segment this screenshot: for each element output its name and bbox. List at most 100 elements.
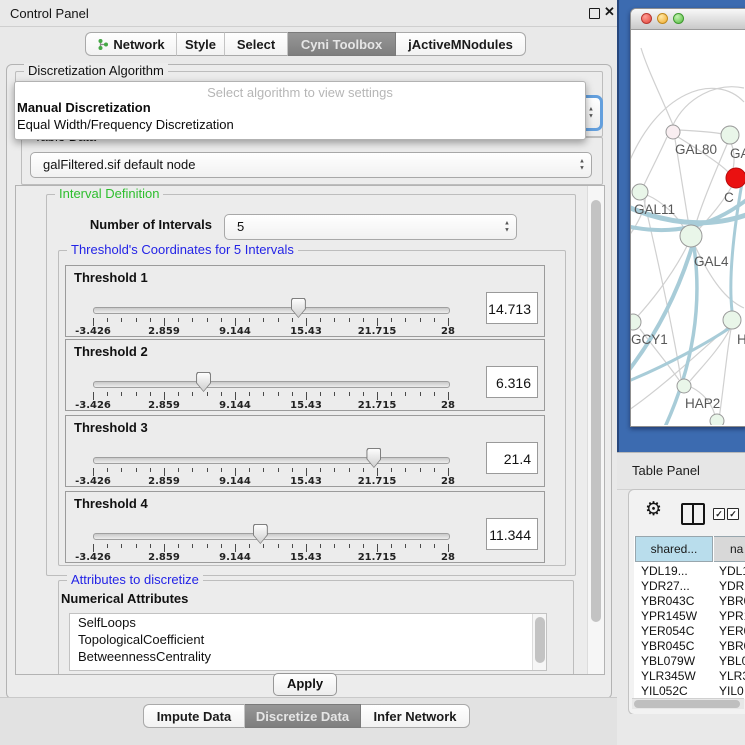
checkbox-icon[interactable]: ✓ [713, 508, 725, 520]
dropdown-hint: Select algorithm to view settings [15, 85, 585, 100]
threshold-label: Threshold 2 [74, 344, 148, 359]
network-node[interactable] [723, 311, 741, 329]
table-data-combobox[interactable]: galFiltered.sif default node ▲▼ [30, 152, 592, 178]
gear-icon[interactable]: ⚙ [645, 498, 662, 520]
table-panel-card: ⚙ ✓ ✓ shared... na YDL19...YDL1YDR27...Y… [628, 489, 745, 715]
top-tab-bar: NetworkStyleSelectCyni ToolboxjActiveMNo… [85, 32, 526, 56]
threshold-value-field[interactable]: 6.316 [486, 366, 538, 398]
spinner-arrows-icon: ▲▼ [504, 221, 510, 234]
tick-label: 21.715 [347, 476, 407, 487]
bottom-tab-bar: Impute DataDiscretize DataInfer Network [143, 704, 470, 728]
cell-shared-name: YBR045C [641, 639, 694, 654]
tick-label: 21.715 [347, 552, 407, 563]
cell-shared-name: YLR345W [641, 669, 696, 684]
column-header-shared[interactable]: shared... [635, 536, 713, 562]
table-row[interactable]: YIL052C YIL0 [634, 684, 745, 699]
network-node[interactable] [710, 414, 724, 425]
tab-style[interactable]: Style [177, 32, 225, 56]
tick-label: 28 [418, 476, 478, 487]
network-node[interactable] [726, 168, 745, 188]
tab-jactivemnodules[interactable]: jActiveMNodules [396, 32, 526, 56]
cell-name: YLR3 [719, 669, 745, 684]
close-icon[interactable]: ✕ [604, 4, 615, 20]
network-node[interactable] [632, 184, 648, 200]
table-row[interactable]: YDL19...YDL1 [634, 564, 745, 579]
float-window-icon[interactable] [589, 8, 600, 19]
close-traffic-light-icon[interactable] [641, 13, 652, 24]
tab-cyni-toolbox[interactable]: Cyni Toolbox [288, 32, 396, 56]
apply-button[interactable]: Apply [273, 673, 337, 696]
tick-label: 9.144 [205, 552, 265, 563]
attribute-list-item[interactable]: SelfLoops [70, 614, 546, 631]
spinner-arrows-icon: ▲▼ [579, 159, 585, 172]
cell-name: YIL0 [719, 684, 744, 699]
tab-select[interactable]: Select [225, 32, 288, 56]
column-header-name[interactable]: na [714, 536, 745, 562]
network-node[interactable] [680, 225, 702, 247]
tab-infer-network[interactable]: Infer Network [361, 704, 470, 728]
network-node[interactable] [666, 125, 680, 139]
table-row[interactable]: YPR145WYPR1 [634, 609, 745, 624]
network-edge [719, 329, 731, 419]
attributes-scrollbar[interactable] [532, 614, 546, 670]
tick-label: -3.426 [63, 400, 123, 411]
slider-track[interactable] [93, 307, 450, 314]
slider-track[interactable] [93, 533, 450, 540]
threshold-value-field[interactable]: 14.713 [486, 292, 538, 324]
checkbox-icon[interactable]: ✓ [727, 508, 739, 520]
slider-track[interactable] [93, 381, 450, 388]
dropdown-option[interactable]: Equal Width/Frequency Discretization [17, 117, 234, 132]
tick-label: 2.859 [134, 400, 194, 411]
tab-impute-data[interactable]: Impute Data [143, 704, 245, 728]
slider-handle[interactable] [366, 448, 381, 468]
tick-label: 9.144 [205, 400, 265, 411]
tick-label: 2.859 [134, 326, 194, 337]
cell-shared-name: YIL052C [641, 684, 688, 699]
cell-shared-name: YDL19... [641, 564, 688, 579]
threshold-row: Threshold 1-3.4262.8599.14415.4321.71528… [65, 265, 545, 337]
slider-track[interactable] [93, 457, 450, 464]
table-row[interactable]: YLR345W YLR3 [634, 669, 745, 684]
cyni-toolbox-panel: Discretization Algorithm ▲▼ Select algor… [6, 64, 612, 699]
main-vertical-scrollbar[interactable] [587, 186, 604, 674]
tick-label: 15.43 [276, 400, 336, 411]
table-horizontal-scrollbar[interactable] [632, 698, 744, 709]
attributes-group: Attributes to discretize Numerical Attri… [58, 580, 574, 675]
network-edge [673, 87, 744, 125]
tick-label: 21.715 [347, 326, 407, 337]
cell-shared-name: YBL079W [641, 654, 695, 669]
network-node-label: GAL4 [694, 254, 729, 269]
network-node[interactable] [631, 314, 641, 330]
threshold-value-field[interactable]: 21.4 [486, 442, 538, 474]
slider-handle[interactable] [196, 372, 211, 392]
network-node[interactable] [677, 379, 691, 393]
network-window: GAL80GACGAL11GAL4GCY1HHAP2 [630, 8, 745, 427]
minimize-traffic-light-icon[interactable] [657, 13, 668, 24]
network-window-titlebar[interactable] [631, 9, 745, 30]
zoom-traffic-light-icon[interactable] [673, 13, 684, 24]
attribute-list-item[interactable]: BetweennessCentrality [70, 648, 546, 665]
table-row[interactable]: YBL079WYBL0 [634, 654, 745, 669]
algorithm-dropdown-popup: Select algorithm to view settings Manual… [14, 81, 586, 140]
dropdown-option[interactable]: Manual Discretization [17, 100, 151, 115]
threshold-value-field[interactable]: 11.344 [486, 518, 538, 550]
tab-discretize-data[interactable]: Discretize Data [245, 704, 361, 728]
tab-network[interactable]: Network [85, 32, 177, 56]
algorithm-group-title: Discretization Algorithm [24, 63, 168, 78]
table-row[interactable]: YBR045CYBR0 [634, 639, 745, 654]
slider-handle[interactable] [291, 298, 306, 318]
columns-icon[interactable] [681, 503, 705, 525]
table-row[interactable]: YBR043CYBR0 [634, 594, 745, 609]
table-row[interactable]: YDR27...YDR2 [634, 579, 745, 594]
number-of-intervals-spinner[interactable]: 5 ▲▼ [224, 214, 517, 240]
threshold-label: Threshold 4 [74, 496, 148, 511]
attribute-list-item[interactable]: TopologicalCoefficient [70, 631, 546, 648]
table-row[interactable]: YER054CYER0 [634, 624, 745, 639]
tick-label: 9.144 [205, 476, 265, 487]
tick-label: 2.859 [134, 552, 194, 563]
slider-handle[interactable] [253, 524, 268, 544]
network-node[interactable] [721, 126, 739, 144]
thresholds-group-title: Threshold's Coordinates for 5 Intervals [67, 242, 298, 257]
network-node-label: HAP2 [685, 396, 720, 411]
network-canvas[interactable]: GAL80GACGAL11GAL4GCY1HHAP2 [631, 30, 745, 425]
